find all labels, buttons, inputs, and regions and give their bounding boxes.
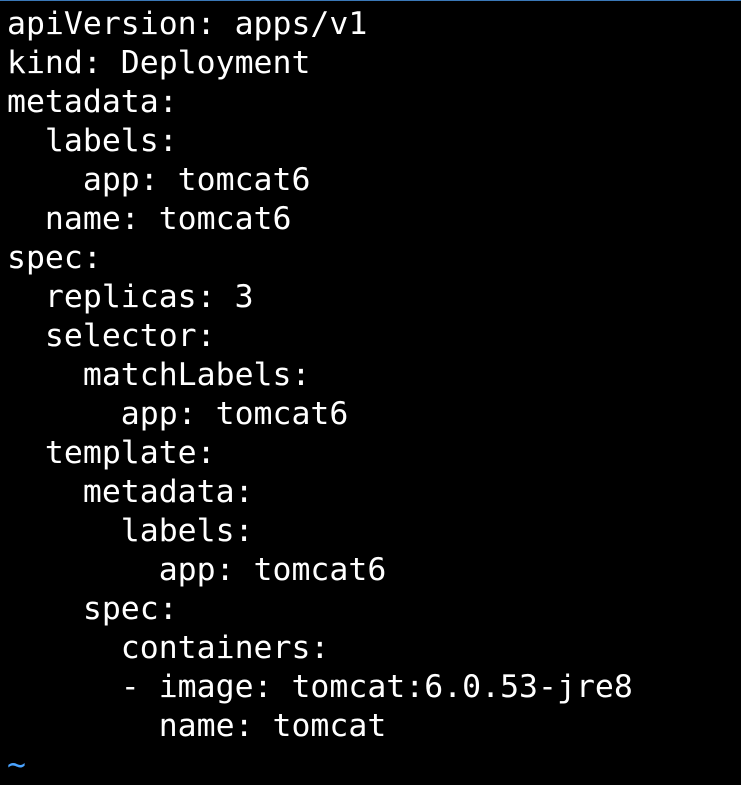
code-line-10: matchLabels: [7,357,311,393]
code-line-18: - image: tomcat:6.0.53-jre8 [7,669,633,705]
code-line-13: metadata: [7,474,254,510]
code-line-9: selector: [7,318,216,354]
code-line-7: spec: [7,240,102,276]
code-line-1: apiVersion: apps/v1 [7,6,368,42]
code-line-15: app: tomcat6 [7,552,387,588]
empty-line-tilde: ~ [7,747,26,783]
code-line-17: containers: [7,630,330,666]
code-line-11: app: tomcat6 [7,396,349,432]
code-line-6: name: tomcat6 [7,201,292,237]
code-line-2: kind: Deployment [7,45,311,81]
code-line-19: name: tomcat [7,708,387,744]
code-line-3: metadata: [7,84,178,120]
vim-editor-window[interactable]: apiVersion: apps/v1 kind: Deployment met… [0,0,741,785]
code-line-12: template: [7,435,216,471]
code-line-14: labels: [7,513,254,549]
code-line-4: labels: [7,123,178,159]
code-line-5: app: tomcat6 [7,162,311,198]
code-line-8: replicas: 3 [7,279,254,315]
window-top-border [0,0,741,1]
code-line-16: spec: [7,591,178,627]
